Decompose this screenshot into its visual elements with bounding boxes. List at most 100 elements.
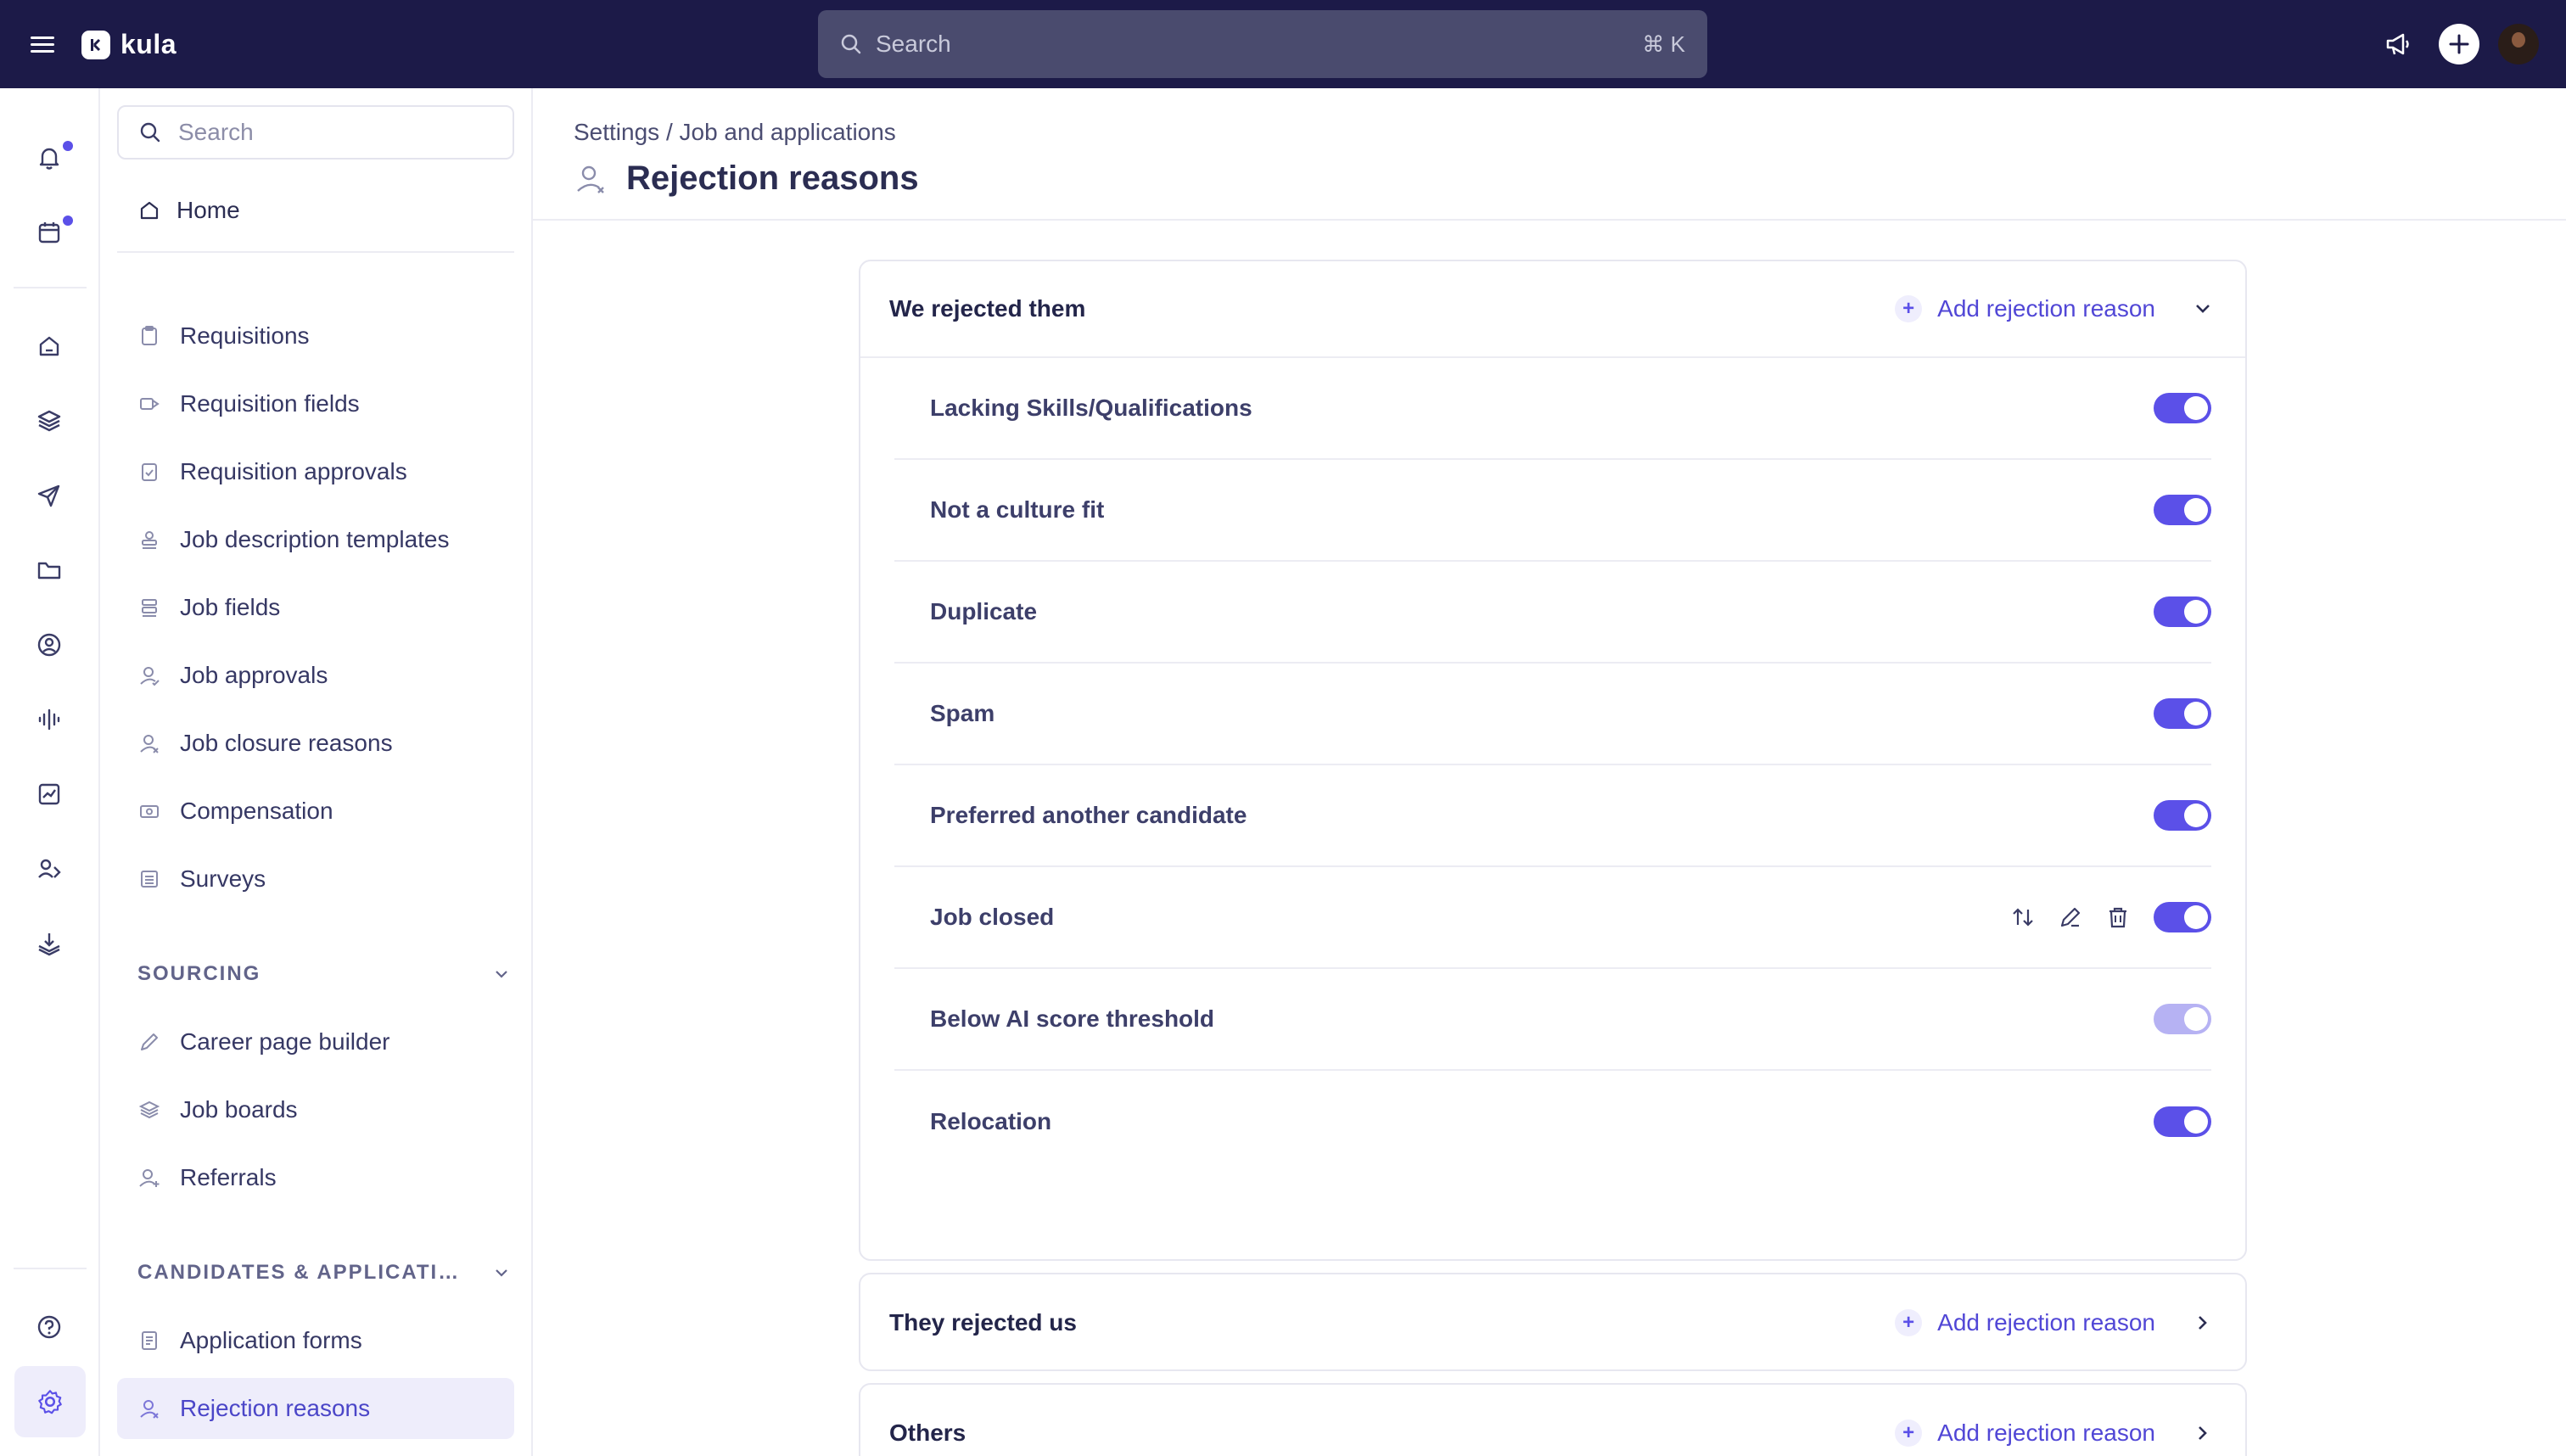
sidebar-item-job-fields[interactable]: Job fields — [117, 577, 514, 638]
section-title: CANDIDATES & APPLICATIONS — [137, 1261, 460, 1284]
user-avatar[interactable] — [2498, 24, 2539, 64]
settings-gear-icon[interactable] — [14, 1366, 86, 1437]
calendar-icon[interactable] — [29, 212, 73, 253]
add-rejection-reason-button[interactable]: + Add rejection reason — [1895, 295, 2155, 322]
app-logo[interactable]: kula — [81, 29, 176, 60]
sidebar-item-label: Requisition approvals — [180, 458, 407, 484]
sidebar-item-label: Job closure reasons — [180, 730, 393, 756]
reason-label: Relocation — [930, 1108, 1052, 1134]
sidebar-item-label: Job approvals — [180, 662, 328, 688]
reason-label: Spam — [930, 700, 995, 726]
chart-icon[interactable] — [29, 774, 70, 815]
sourcing-section-header[interactable]: SOURCING — [137, 957, 511, 991]
chevron-right-icon[interactable] — [2189, 1420, 2216, 1447]
sidebar-item-application-forms[interactable]: Application forms — [117, 1310, 514, 1371]
user-circle-icon[interactable] — [29, 624, 70, 665]
layers-icon[interactable] — [29, 400, 70, 441]
trash-icon[interactable] — [2104, 904, 2132, 931]
group-header[interactable]: We rejected them + Add rejection reason — [860, 261, 2245, 358]
chevron-right-icon[interactable] — [2189, 1309, 2216, 1336]
send-icon[interactable] — [29, 475, 70, 516]
rail-divider-bottom — [14, 1268, 87, 1269]
chevron-down-icon[interactable] — [2189, 295, 2216, 322]
add-rejection-reason-button[interactable]: + Add rejection reason — [1895, 1309, 2155, 1336]
reason-toggle[interactable] — [2154, 1106, 2211, 1137]
reason-label: Below AI score threshold — [930, 1005, 1215, 1032]
sidebar-divider — [117, 251, 514, 253]
sidebar-item-requisitions[interactable]: Requisitions — [117, 305, 514, 367]
sidebar-item-job-approvals[interactable]: Job approvals — [117, 645, 514, 706]
create-button[interactable] — [2439, 24, 2479, 64]
reason-group-others: Others + Add rejection reason — [859, 1383, 2247, 1456]
rail-divider — [14, 287, 87, 288]
sidebar-item-label: Job fields — [180, 594, 281, 620]
reason-label: Lacking Skills/Qualifications — [930, 395, 1252, 421]
bell-icon[interactable] — [29, 137, 73, 178]
sidebar-item-requisition-fields[interactable]: Requisition fields — [117, 373, 514, 434]
sidebar-item-job-boards[interactable]: Job boards — [117, 1079, 514, 1140]
reason-toggle[interactable] — [2154, 393, 2211, 423]
reason-toggle[interactable] — [2154, 495, 2211, 525]
sidebar-item-job-description-templates[interactable]: Job description templates — [117, 509, 514, 570]
reason-label: Preferred another candidate — [930, 802, 1247, 828]
group-header[interactable]: Others + Add rejection reason — [860, 1385, 2245, 1456]
plus-icon: + — [1895, 1309, 1923, 1336]
audio-wave-icon[interactable] — [29, 699, 70, 740]
menu-icon[interactable] — [29, 31, 56, 58]
reason-toggle[interactable] — [2154, 902, 2211, 932]
folder-icon[interactable] — [29, 550, 70, 591]
reason-label: Job closed — [930, 904, 1055, 930]
sidebar-item-label: Requisition fields — [180, 390, 360, 417]
pen-icon — [137, 1030, 161, 1054]
reason-label: Not a culture fit — [930, 496, 1105, 523]
sidebar-item-label: Requisitions — [180, 322, 310, 349]
home-icon — [137, 199, 161, 222]
chevron-down-icon — [496, 1269, 507, 1277]
group-header[interactable]: They rejected us + Add rejection reason — [860, 1274, 2245, 1371]
users-icon[interactable] — [29, 848, 70, 889]
sidebar-item-compensation[interactable]: Compensation — [117, 781, 514, 842]
top-bar: kula Search ⌘ K — [0, 0, 2566, 88]
sidebar-item-label: Compensation — [180, 798, 333, 824]
search-shortcut: ⌘ K — [1642, 31, 1685, 57]
user-x-icon — [137, 731, 161, 755]
reason-label: Duplicate — [930, 598, 1038, 624]
download-stack-icon[interactable] — [29, 923, 70, 964]
add-rejection-reason-button[interactable]: + Add rejection reason — [1895, 1420, 2155, 1447]
sidebar-item-label: Rejection reasons — [180, 1395, 371, 1421]
home-icon[interactable] — [29, 326, 70, 367]
main-content: Settings / Job and applications Rejectio… — [533, 88, 2566, 1456]
add-rejection-reason-label: Add rejection reason — [1937, 295, 2155, 322]
reorder-icon[interactable] — [2009, 904, 2037, 931]
clipboard-check-icon — [137, 460, 161, 484]
reason-toggle[interactable] — [2154, 800, 2211, 831]
chevron-down-icon — [496, 971, 507, 978]
sidebar-item-career-page-builder[interactable]: Career page builder — [117, 1011, 514, 1072]
settings-search[interactable] — [117, 105, 514, 160]
sidebar-item-requisition-approvals[interactable]: Requisition approvals — [117, 441, 514, 502]
tag-icon — [137, 392, 161, 416]
form-icon — [137, 1329, 161, 1352]
app-name: kula — [120, 29, 177, 59]
reason-toggle[interactable] — [2154, 698, 2211, 729]
sidebar-item-label: Application forms — [180, 1327, 362, 1353]
settings-search-input[interactable] — [178, 119, 484, 146]
settings-sidebar: Home Requisitions Requisition fields Req… — [100, 88, 533, 1456]
reason-row: Relocation — [894, 1071, 2211, 1173]
candidates-section-header[interactable]: CANDIDATES & APPLICATIONS — [137, 1256, 511, 1290]
breadcrumb[interactable]: Settings / Job and applications — [574, 119, 896, 146]
global-search[interactable]: Search ⌘ K — [818, 10, 1707, 78]
group-title: Others — [889, 1420, 966, 1446]
sidebar-item-rejection-reasons[interactable]: Rejection reasons — [117, 1378, 514, 1439]
reason-toggle[interactable] — [2154, 596, 2211, 627]
help-icon[interactable] — [29, 1307, 70, 1347]
sidebar-item-surveys[interactable]: Surveys — [117, 848, 514, 910]
sidebar-item-job-closure-reasons[interactable]: Job closure reasons — [117, 713, 514, 774]
plus-icon: + — [1895, 295, 1923, 322]
reason-group-we-rejected-them: We rejected them + Add rejection reason … — [859, 260, 2247, 1261]
megaphone-icon[interactable] — [2381, 27, 2415, 61]
reason-row: Lacking Skills/Qualifications — [894, 358, 2211, 460]
edit-icon[interactable] — [2057, 904, 2084, 931]
sidebar-item-referrals[interactable]: Referrals — [117, 1147, 514, 1208]
sidebar-item-home[interactable]: Home — [117, 180, 514, 241]
